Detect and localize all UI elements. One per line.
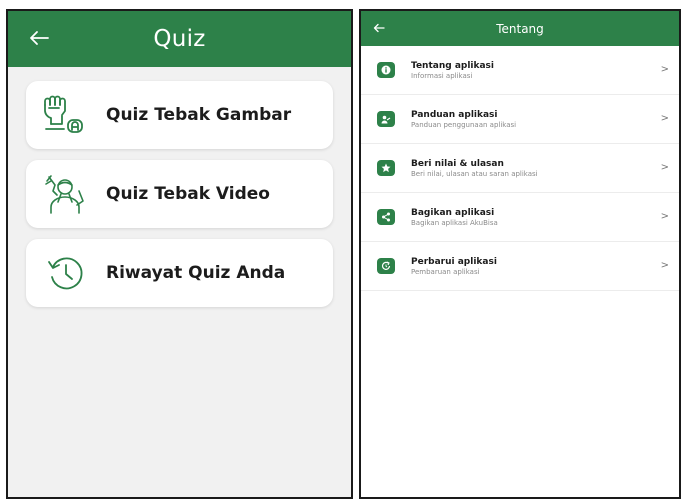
tentang-screen: Tentang Tentang aplikasi Informasi aplik… (359, 9, 681, 499)
menu-item-tentang-aplikasi[interactable]: Tentang aplikasi Informasi aplikasi > (361, 46, 679, 95)
menu-item-subtitle: Beri nilai, ulasan atau saran aplikasi (411, 169, 538, 178)
chevron-right-icon: > (660, 211, 669, 222)
arrow-left-icon (373, 23, 385, 33)
menu-item-subtitle: Informasi aplikasi (411, 71, 473, 80)
menu-item-bagikan-aplikasi[interactable]: Bagikan aplikasi Bagikan aplikasi AkuBis… (361, 193, 679, 242)
update-icon (377, 258, 395, 274)
menu-item-beri-nilai[interactable]: Beri nilai & ulasan Beri nilai, ulasan a… (361, 144, 679, 193)
chevron-right-icon: > (660, 64, 669, 75)
menu-item-subtitle: Bagikan aplikasi AkuBisa (411, 218, 498, 227)
page-title: Quiz (153, 26, 206, 52)
arrow-left-icon (30, 31, 49, 45)
chevron-right-icon: > (660, 260, 669, 271)
hand-sign-icon (44, 95, 83, 133)
star-icon (377, 160, 395, 176)
guide-icon (377, 111, 395, 127)
quiz-menu-list: Quiz Tebak Gambar Quiz Tebak Video Riway… (8, 67, 351, 307)
menu-item-title: Bagikan aplikasi (411, 207, 495, 218)
chevron-right-icon: > (660, 113, 669, 124)
menu-item-subtitle: Pembaruan aplikasi (411, 267, 480, 276)
about-menu-list: Tentang aplikasi Informasi aplikasi > Pa… (361, 46, 679, 291)
back-button[interactable] (371, 20, 387, 36)
chevron-right-icon: > (660, 162, 669, 173)
quiz-item-label: Quiz Tebak Video (106, 184, 270, 204)
quiz-tebak-gambar-card[interactable]: Quiz Tebak Gambar (26, 81, 333, 149)
quiz-item-label: Quiz Tebak Gambar (106, 105, 292, 125)
quiz-screen: Quiz Quiz Tebak Gambar Quiz Tebak Video … (6, 9, 353, 499)
menu-item-perbarui-aplikasi[interactable]: Perbarui aplikasi Pembaruan aplikasi > (361, 242, 679, 291)
menu-item-subtitle: Panduan penggunaan aplikasi (411, 120, 517, 129)
menu-item-title: Tentang aplikasi (411, 60, 494, 71)
menu-item-title: Panduan aplikasi (411, 109, 498, 120)
person-signing-icon (45, 175, 84, 214)
riwayat-quiz-card[interactable]: Riwayat Quiz Anda (26, 239, 333, 307)
quiz-item-label: Riwayat Quiz Anda (106, 263, 286, 283)
back-button[interactable] (26, 25, 52, 51)
info-icon (377, 62, 395, 78)
tentang-header: Tentang (361, 11, 679, 46)
history-icon (48, 257, 83, 290)
menu-item-title: Beri nilai & ulasan (411, 158, 504, 169)
menu-item-panduan-aplikasi[interactable]: Panduan aplikasi Panduan penggunaan apli… (361, 95, 679, 144)
share-icon (377, 209, 395, 225)
quiz-tebak-video-card[interactable]: Quiz Tebak Video (26, 160, 333, 228)
menu-item-title: Perbarui aplikasi (411, 256, 497, 267)
quiz-header: Quiz (8, 11, 351, 67)
page-title: Tentang (496, 21, 544, 36)
